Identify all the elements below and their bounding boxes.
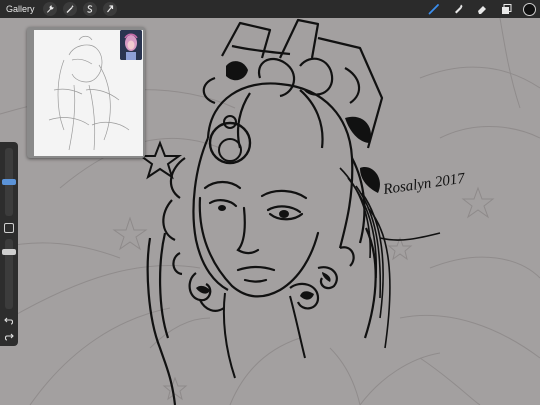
layers-icon: [502, 4, 512, 14]
brush-size-slider[interactable]: [2, 148, 16, 216]
reference-color-thumbnail: [120, 30, 142, 60]
eraser-button[interactable]: [475, 2, 489, 16]
signature: Rosalyn 2017: [381, 170, 467, 198]
arrow-cursor-icon: [106, 5, 113, 13]
undo-button[interactable]: [3, 314, 15, 326]
left-sidebar: [0, 142, 18, 346]
adjustments-button[interactable]: [62, 2, 77, 16]
magic-wand-icon: [66, 5, 74, 13]
redo-icon: [4, 333, 14, 341]
eraser-icon: [478, 6, 486, 14]
face: [198, 180, 320, 298]
modify-button[interactable]: [4, 223, 14, 233]
actions-button[interactable]: [42, 2, 57, 16]
color-picker-button[interactable]: [523, 2, 536, 16]
svg-text:Rosalyn 2017: Rosalyn 2017: [381, 170, 467, 198]
procreate-app: Gallery Rosalyn 2017: [0, 0, 540, 405]
smudge-icon: [455, 4, 463, 14]
neck-cape: [222, 292, 306, 379]
top-toolbar-left: Gallery: [4, 2, 117, 16]
gallery-button[interactable]: Gallery: [4, 2, 37, 16]
smudge-button[interactable]: [451, 2, 465, 16]
layers-button[interactable]: [499, 2, 513, 16]
brush-icon: [428, 4, 439, 15]
crescent-moon: [208, 115, 252, 165]
redo-button[interactable]: [3, 330, 15, 342]
undo-icon: [4, 317, 14, 325]
opacity-thumb[interactable]: [2, 248, 16, 255]
opacity-slider[interactable]: [2, 239, 16, 309]
hair-hood: [146, 82, 377, 405]
transform-button[interactable]: [102, 2, 117, 16]
selection-button[interactable]: [82, 2, 97, 16]
selection-s-icon: [86, 5, 92, 13]
brush-size-thumb[interactable]: [2, 179, 16, 185]
reference-window[interactable]: [27, 27, 145, 158]
top-toolbar-right: [427, 2, 536, 16]
wrench-icon: [46, 5, 54, 13]
brush-button[interactable]: [427, 2, 441, 16]
top-toolbar: Gallery: [0, 0, 540, 18]
